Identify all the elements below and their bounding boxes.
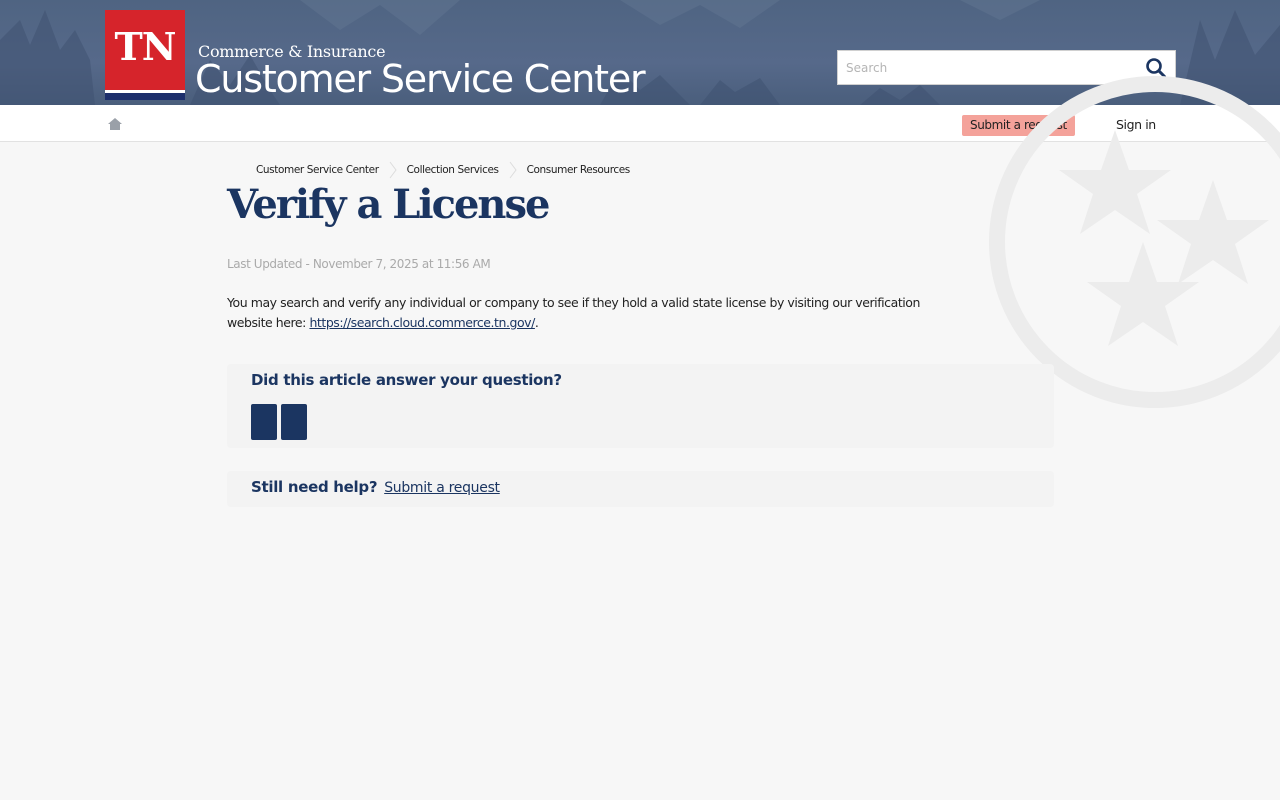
feedback-question: Did this article answer your question? <box>251 371 562 389</box>
site-title[interactable]: Customer Service Center <box>195 56 646 102</box>
article-body-suffix: . <box>534 315 539 330</box>
tn-logo[interactable]: TN <box>105 10 185 100</box>
still-need-help: Still need help? Submit a request <box>227 471 1054 507</box>
article-feedback: Did this article answer your question? <box>227 364 1054 448</box>
last-updated: Last Updated - November 7, 2025 at 11:56… <box>227 257 491 271</box>
breadcrumb: Customer Service Center Collection Servi… <box>256 161 630 179</box>
help-text: Still need help? Submit a request <box>251 478 500 496</box>
verification-link[interactable]: https://search.cloud.commerce.tn.gov/ <box>309 315 535 330</box>
logo-stripe-blue <box>105 93 185 100</box>
article-title: Verify a License <box>227 181 550 228</box>
vote-yes-button[interactable] <box>251 404 277 440</box>
help-label: Still need help? <box>251 478 378 496</box>
breadcrumb-consumer-resources[interactable]: Consumer Resources <box>527 164 631 176</box>
breadcrumb-customer-service-center[interactable]: Customer Service Center <box>256 164 379 176</box>
tristar-watermark <box>989 76 1280 408</box>
logo-text: TN <box>114 24 176 69</box>
help-submit-request-link[interactable]: Submit a request <box>384 480 500 496</box>
vote-no-button[interactable] <box>281 404 307 440</box>
chevron-right-icon <box>509 161 517 179</box>
article-body: You may search and verify any individual… <box>227 293 947 333</box>
breadcrumb-collection-services[interactable]: Collection Services <box>407 164 499 176</box>
chevron-right-icon <box>389 161 397 179</box>
home-icon[interactable] <box>107 117 123 131</box>
